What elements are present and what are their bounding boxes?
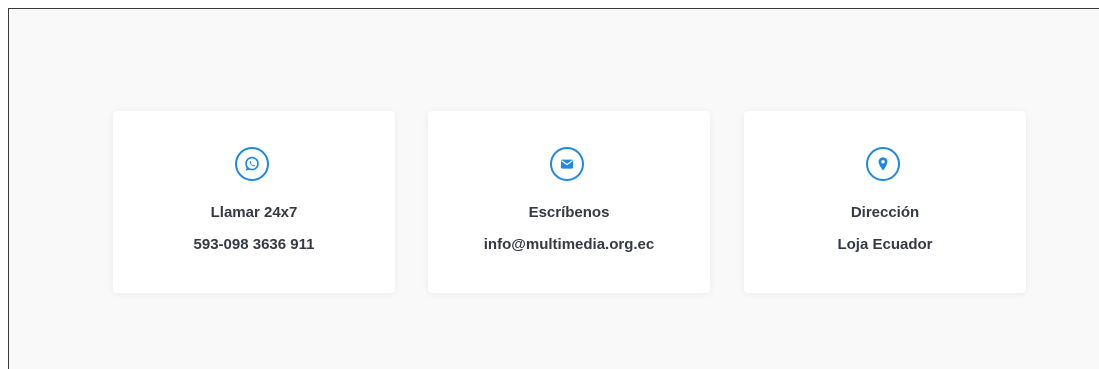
email-address[interactable]: info@multimedia.org.ec bbox=[428, 236, 710, 254]
contact-section: Llamar 24x7 593-098 3636 911 Escríbenos … bbox=[8, 8, 1099, 369]
phone-number[interactable]: 593-098 3636 911 bbox=[113, 236, 395, 254]
address-text: Loja Ecuador bbox=[837, 236, 933, 253]
contact-card-title: Dirección bbox=[850, 204, 920, 221]
contact-card-title: Escríbenos bbox=[528, 204, 610, 221]
contact-card-phone: Llamar 24x7 593-098 3636 911 bbox=[113, 111, 395, 293]
whatsapp-icon[interactable] bbox=[235, 147, 269, 181]
map-marker-icon[interactable] bbox=[866, 147, 900, 181]
contact-card-address: Dirección Loja Ecuador bbox=[744, 111, 1026, 293]
contact-card-email: Escríbenos info@multimedia.org.ec bbox=[428, 111, 710, 293]
envelope-icon[interactable] bbox=[550, 147, 584, 181]
contact-card-title: Llamar 24x7 bbox=[210, 204, 298, 221]
